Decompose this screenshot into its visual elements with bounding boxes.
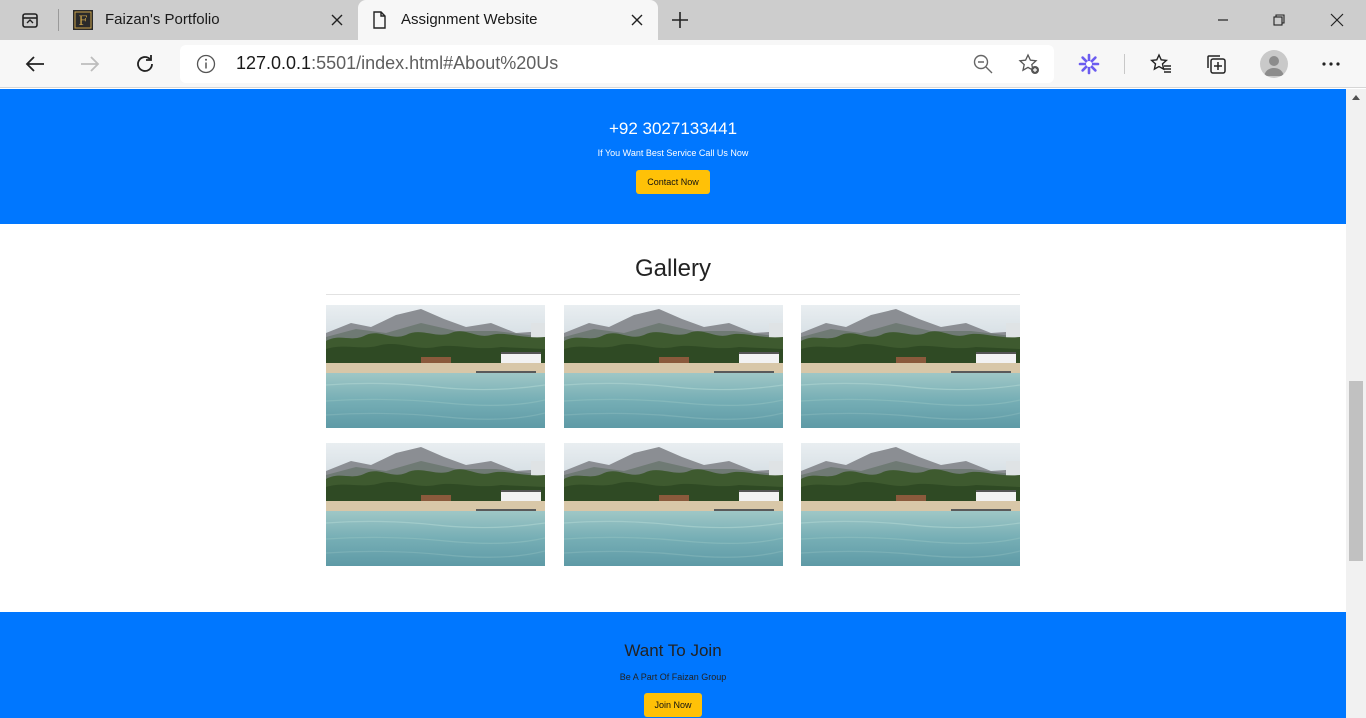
url-text[interactable]: 127.0.0.1:5501/index.html#About%20Us [236,53,558,74]
add-favorite-icon[interactable] [1018,53,1040,75]
url-path: :5501/index.html#About%20Us [311,53,559,73]
beach-landscape-image [326,305,545,428]
favicon-letter: F [78,14,87,29]
scroll-thumb[interactable] [1349,381,1363,561]
scroll-up-arrow-icon[interactable] [1352,95,1360,100]
beach-landscape-image [564,305,783,428]
join-section: Want To Join Be A Part Of Faizan Group J… [0,612,1346,718]
beach-landscape-image [801,443,1020,566]
join-now-button[interactable]: Join Now [644,693,702,717]
plus-icon [672,12,688,28]
contact-subtitle: If You Want Best Service Call Us Now [597,148,749,158]
tab-faizans-portfolio[interactable]: F Faizan's Portfolio [62,0,358,40]
tab-title: Faizan's Portfolio [105,11,220,28]
extension-icon [1078,53,1100,75]
favorites-icon [1150,53,1171,73]
close-tab-button[interactable] [626,9,648,31]
browser-tab-strip: F Faizan's Portfolio Assignment Website [0,0,1366,40]
beach-landscape-image [801,305,1020,428]
tab-assignment-website[interactable]: Assignment Website [358,0,658,40]
settings-menu-button[interactable] [1315,48,1347,80]
collections-icon [1207,55,1226,74]
close-icon [1330,13,1344,27]
join-subtitle: Be A Part Of Faizan Group [619,672,727,682]
contact-now-button[interactable]: Contact Now [636,170,710,194]
tab-title: Assignment Website [401,11,538,28]
tab-separator [58,9,59,31]
gallery-image[interactable] [564,305,783,428]
gallery-image[interactable] [564,443,783,566]
zoom-out-icon[interactable] [972,53,994,75]
minimize-button[interactable] [1194,0,1252,40]
forward-button[interactable] [74,48,106,80]
page-icon [373,11,386,29]
gallery-image[interactable] [801,305,1020,428]
tab-actions-button[interactable] [10,6,50,34]
collections-button[interactable] [1200,48,1232,80]
refresh-icon [137,55,153,72]
toolbar-divider [1124,54,1125,74]
restore-button[interactable] [1250,0,1308,40]
join-title: Want To Join [624,641,722,660]
extension-button[interactable] [1073,48,1105,80]
contact-phone: +92 3027133441 [608,119,738,138]
gallery-divider [326,294,1020,295]
page-viewport: +92 3027133441 If You Want Best Service … [0,89,1346,718]
user-icon [1264,56,1284,76]
refresh-button[interactable] [129,48,161,80]
contact-section: +92 3027133441 If You Want Best Service … [0,89,1346,224]
beach-landscape-image [564,443,783,566]
restore-icon [1273,14,1285,26]
arrow-left-icon [25,56,44,72]
url-host: 127.0.0.1 [236,53,312,73]
back-button[interactable] [19,48,51,80]
profile-avatar[interactable] [1260,50,1288,78]
close-tab-button[interactable] [326,9,348,31]
address-bar[interactable]: 127.0.0.1:5501/index.html#About%20Us [180,45,1054,83]
close-icon [631,14,643,26]
minimize-icon [1218,19,1228,21]
window-close-button[interactable] [1308,0,1366,40]
gallery-image[interactable] [801,443,1020,566]
tab-actions-icon [22,13,38,28]
portfolio-favicon-icon: F [73,10,93,30]
more-icon [1322,62,1340,66]
vertical-scrollbar[interactable] [1346,89,1366,718]
favorites-button[interactable] [1145,48,1177,80]
gallery-image[interactable] [326,443,545,566]
arrow-right-icon [81,56,100,72]
new-tab-button[interactable] [668,8,692,32]
close-icon [331,14,343,26]
beach-landscape-image [326,443,545,566]
info-icon[interactable] [196,54,216,74]
browser-toolbar: 127.0.0.1:5501/index.html#About%20Us [0,40,1366,88]
gallery-title: Gallery [634,255,712,282]
gallery-image[interactable] [326,305,545,428]
